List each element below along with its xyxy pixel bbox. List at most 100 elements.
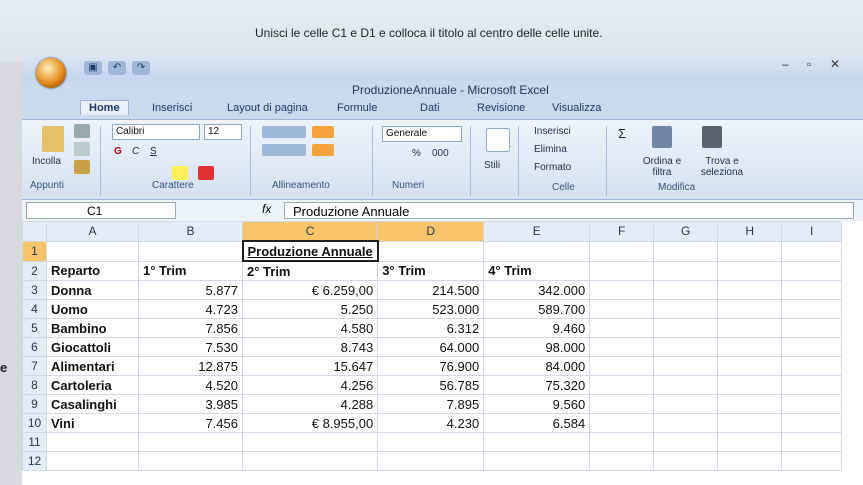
cell[interactable] (138, 451, 243, 471)
cell[interactable]: 1° Trim (138, 260, 243, 281)
font-size-box[interactable]: 12 (204, 124, 242, 140)
cell[interactable] (717, 260, 783, 281)
cell[interactable]: 6.312 (377, 318, 485, 338)
cell[interactable]: Bambino (46, 318, 139, 338)
tab-home[interactable]: Home (80, 100, 129, 115)
cell[interactable] (717, 394, 783, 414)
cell[interactable] (717, 413, 783, 433)
office-button[interactable] (36, 58, 66, 88)
cell[interactable] (781, 280, 843, 300)
row-header[interactable]: 1 (22, 240, 47, 262)
cell[interactable] (589, 318, 655, 338)
row-header[interactable]: 7 (22, 356, 47, 376)
formula-input[interactable]: Produzione Annuale (284, 202, 854, 219)
cell[interactable] (653, 260, 719, 281)
undo-icon[interactable]: ↶ (108, 61, 126, 75)
cell[interactable]: Donna (46, 280, 139, 300)
cell[interactable] (717, 337, 783, 357)
cell[interactable]: 56.785 (377, 375, 485, 395)
format-painter-icon[interactable] (74, 160, 90, 174)
row-header[interactable]: 10 (22, 413, 47, 433)
restore-icon[interactable]: ▫ (807, 57, 811, 71)
cell[interactable] (138, 432, 243, 452)
cell[interactable] (46, 451, 139, 471)
cell[interactable] (717, 299, 783, 319)
font-family-box[interactable]: Calibri (112, 124, 200, 140)
tab-formule[interactable]: Formule (337, 102, 377, 114)
italic-button[interactable]: C (132, 146, 139, 157)
cell[interactable] (781, 337, 843, 357)
row-header[interactable]: 4 (22, 299, 47, 319)
find-select-icon[interactable] (702, 126, 722, 148)
merge-center-icon[interactable] (312, 144, 334, 156)
column-header[interactable]: C (241, 221, 379, 242)
cell[interactable] (589, 280, 655, 300)
cell[interactable] (589, 413, 655, 433)
column-header[interactable]: D (377, 221, 485, 242)
cell[interactable]: Alimentari (46, 356, 139, 376)
sum-icon[interactable]: Σ (618, 126, 626, 141)
row-header[interactable]: 11 (22, 432, 47, 452)
sort-filter-button[interactable]: Ordina e filtra (632, 156, 692, 178)
cell[interactable] (781, 356, 843, 376)
cell[interactable]: € 6.259,00 (241, 280, 379, 300)
sort-filter-icon[interactable] (652, 126, 672, 148)
cell[interactable] (46, 240, 139, 262)
cell[interactable] (377, 432, 485, 452)
tab-layout[interactable]: Layout di pagina (227, 102, 308, 114)
cell[interactable] (589, 432, 655, 452)
align-center-icon[interactable] (262, 144, 306, 156)
cell[interactable]: Vini (46, 413, 139, 433)
cell[interactable] (653, 394, 719, 414)
save-icon[interactable]: ▣ (84, 61, 102, 75)
cell[interactable] (781, 413, 843, 433)
cell[interactable]: 4.256 (241, 375, 379, 395)
font-color-icon[interactable] (198, 166, 214, 180)
column-header[interactable]: E (483, 221, 591, 242)
cell[interactable]: € 8.955,00 (241, 413, 379, 433)
cell[interactable] (717, 375, 783, 395)
cell[interactable]: 7.530 (138, 337, 243, 357)
tab-revisione[interactable]: Revisione (477, 102, 525, 114)
wrap-text-icon[interactable] (312, 126, 334, 138)
cell[interactable]: 4.230 (377, 413, 485, 433)
cell[interactable] (483, 432, 591, 452)
find-select-button[interactable]: Trova e seleziona (692, 156, 752, 178)
cell[interactable]: 342.000 (483, 280, 591, 300)
format-cells-button[interactable]: Formato (534, 162, 571, 173)
cell[interactable]: 5.877 (138, 280, 243, 300)
minimize-icon[interactable]: – (782, 57, 789, 71)
cell[interactable] (717, 280, 783, 300)
cell[interactable] (653, 356, 719, 376)
bold-button[interactable]: G (114, 146, 122, 157)
cell[interactable]: 8.743 (241, 337, 379, 357)
row-header[interactable]: 5 (22, 318, 47, 338)
cell[interactable] (717, 356, 783, 376)
cell[interactable]: 589.700 (483, 299, 591, 319)
cell[interactable]: 4.723 (138, 299, 243, 319)
cell[interactable] (781, 451, 843, 471)
cell[interactable] (46, 432, 139, 452)
cell[interactable] (781, 240, 843, 262)
cell[interactable] (589, 337, 655, 357)
cell[interactable] (653, 413, 719, 433)
cell[interactable] (241, 451, 379, 471)
tab-inserisci[interactable]: Inserisci (152, 102, 192, 114)
delete-cells-button[interactable]: Elimina (534, 144, 567, 155)
row-header[interactable]: 6 (22, 337, 47, 357)
number-format-box[interactable]: Generale (382, 126, 462, 142)
cell[interactable]: Casalinghi (46, 394, 139, 414)
cell[interactable]: 4° Trim (483, 260, 591, 281)
cell[interactable] (653, 451, 719, 471)
cell[interactable] (138, 240, 243, 262)
row-header[interactable]: 2 (22, 260, 47, 281)
paste-icon[interactable] (42, 126, 64, 152)
cell[interactable] (589, 299, 655, 319)
cell[interactable] (589, 240, 655, 262)
align-top-icon[interactable] (262, 126, 306, 138)
row-header[interactable]: 8 (22, 375, 47, 395)
name-box[interactable]: C1 (26, 202, 176, 219)
fill-color-icon[interactable] (172, 166, 188, 180)
cell[interactable] (653, 240, 719, 262)
copy-icon[interactable] (74, 142, 90, 156)
